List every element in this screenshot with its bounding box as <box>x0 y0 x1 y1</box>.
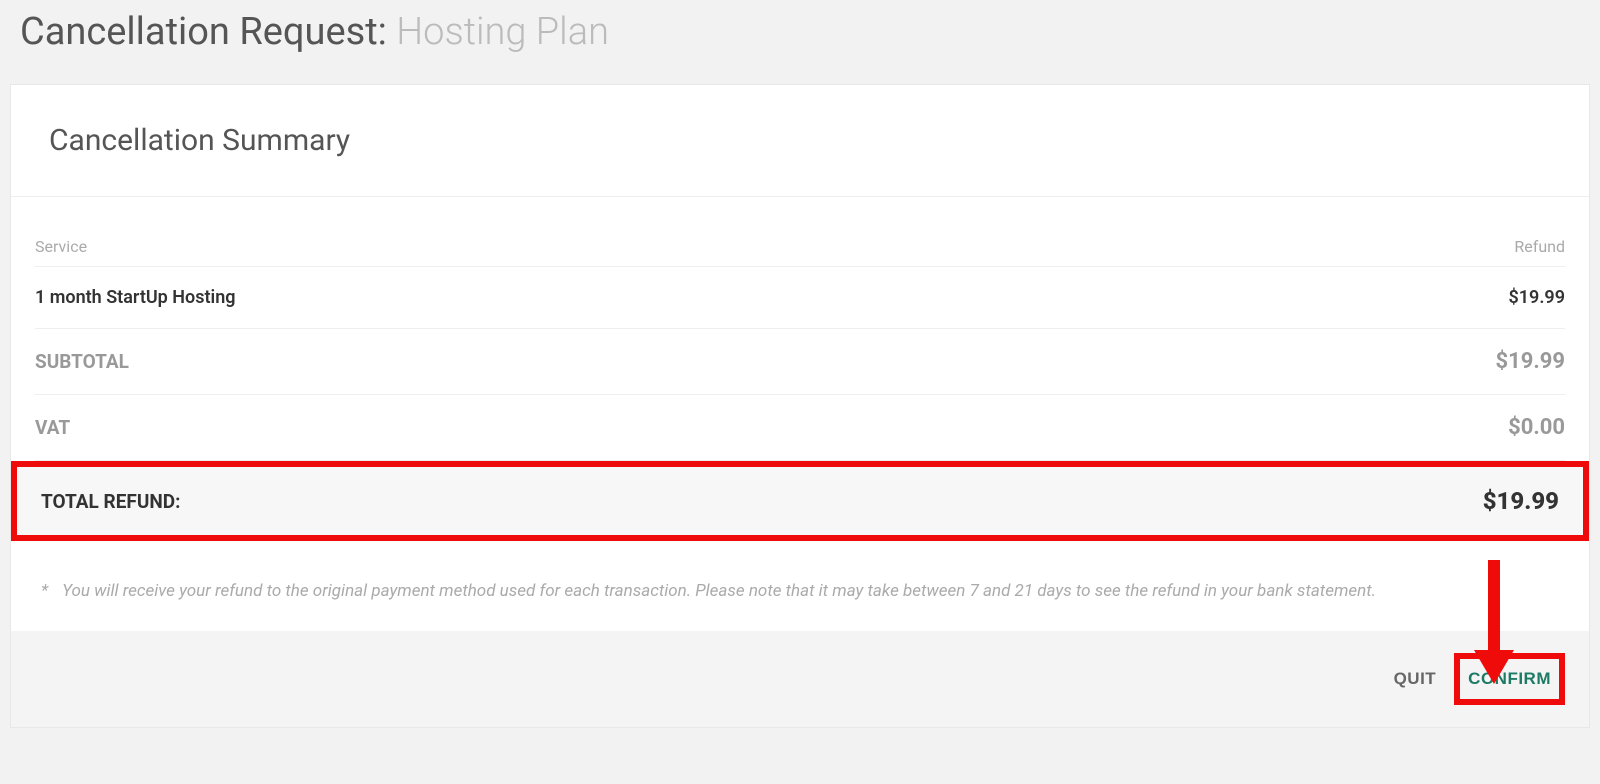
total-refund-label: TOTAL REFUND: <box>41 490 180 513</box>
table-row: 1 month StartUp Hosting $19.99 <box>35 267 1565 329</box>
note-star: * <box>41 581 48 601</box>
total-refund-row: TOTAL REFUND: $19.99 <box>11 461 1589 541</box>
total-refund-value: $19.99 <box>1483 487 1559 515</box>
confirm-button[interactable]: CONFIRM <box>1462 661 1557 697</box>
confirm-highlight: CONFIRM <box>1454 653 1565 705</box>
col-service-label: Service <box>35 237 87 256</box>
vat-value: $0.00 <box>1508 415 1565 440</box>
service-refund: $19.99 <box>1508 287 1565 308</box>
card-header: Cancellation Summary <box>11 85 1589 197</box>
subtotal-row: SUBTOTAL $19.99 <box>35 329 1565 395</box>
service-name: 1 month StartUp Hosting <box>35 287 236 308</box>
quit-button[interactable]: QUIT <box>1386 659 1445 699</box>
cancellation-summary-card: Cancellation Summary Service Refund 1 mo… <box>10 84 1590 728</box>
vat-row: VAT $0.00 <box>35 395 1565 461</box>
subtotal-label: SUBTOTAL <box>35 350 129 373</box>
page-title-sub: Hosting Plan <box>396 10 609 54</box>
col-refund-label: Refund <box>1514 237 1565 256</box>
page-header: Cancellation Request: Hosting Plan <box>0 0 1600 84</box>
page-title: Cancellation Request: Hosting Plan <box>20 10 1580 54</box>
subtotal-value: $19.99 <box>1496 349 1566 374</box>
table-header-row: Service Refund <box>35 227 1565 267</box>
refund-note: * You will receive your refund to the ori… <box>35 541 1565 631</box>
note-text: You will receive your refund to the orig… <box>62 581 1376 601</box>
card-footer: QUIT CONFIRM <box>11 631 1589 727</box>
page-title-prefix: Cancellation Request: <box>20 10 396 54</box>
card-title: Cancellation Summary <box>49 123 1551 158</box>
summary-body: Service Refund 1 month StartUp Hosting $… <box>11 197 1589 631</box>
vat-label: VAT <box>35 416 70 439</box>
